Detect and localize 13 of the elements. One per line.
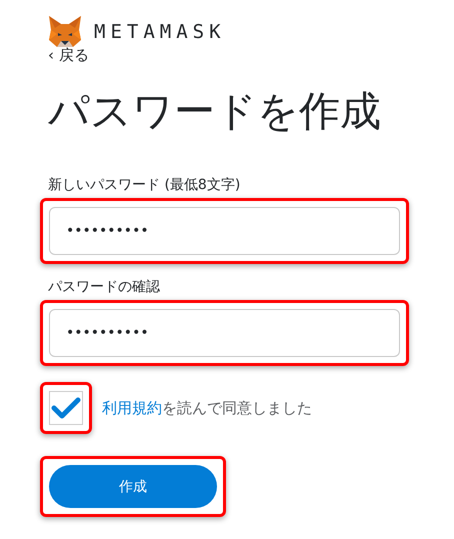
- field-label: パスワードの確認: [48, 278, 160, 296]
- fox-logo-icon: [48, 16, 82, 48]
- terms-checkbox[interactable]: [49, 391, 83, 426]
- terms-link[interactable]: 利用規約: [102, 398, 162, 417]
- back-link[interactable]: ‹ 戻る: [48, 46, 89, 65]
- field-label: 新しいパスワード (最低8文字): [48, 176, 240, 194]
- checkmark-icon: [51, 396, 81, 420]
- password-field[interactable]: ••••••••••: [49, 309, 400, 358]
- page-title: パスワードを作成: [48, 87, 382, 136]
- create-button[interactable]: 作成: [49, 465, 217, 508]
- brand-name: METAMASK: [94, 21, 226, 43]
- terms-text: 利用規約を読んで同意しました: [102, 398, 312, 418]
- password-field[interactable]: ••••••••••: [49, 207, 400, 256]
